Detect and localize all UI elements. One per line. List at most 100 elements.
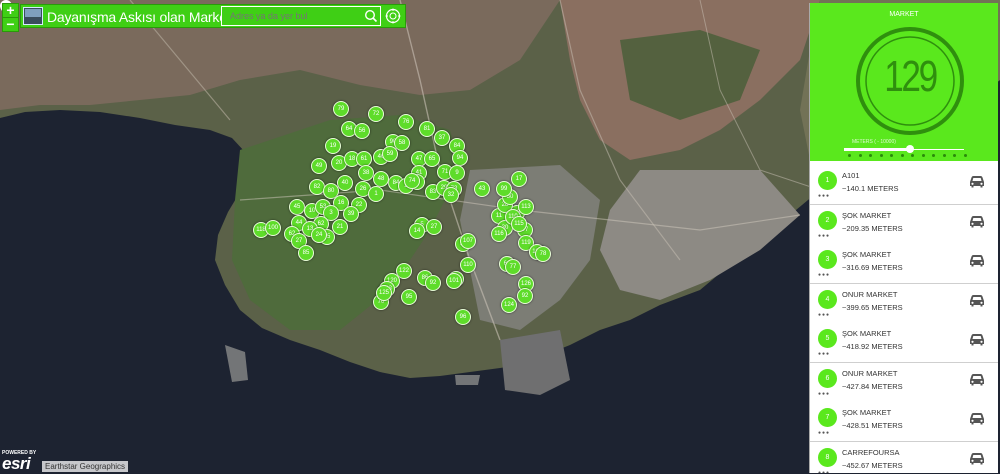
rating-dots: ●●● [818,311,831,318]
rank-badge: 3 [818,250,837,269]
market-marker[interactable]: 72 [368,106,384,122]
market-distance: ~418.92 METERS [842,342,903,351]
app-title: Dayanışma Askısı olan Marketler [47,9,246,25]
market-marker[interactable]: 115 [511,216,527,232]
zoom-control: + − [2,3,19,32]
page-dot[interactable] [963,154,967,157]
market-marker[interactable]: 94 [452,150,468,166]
locate-icon[interactable] [385,8,401,24]
market-marker[interactable]: 74 [404,173,420,189]
market-name: ONUR MARKET [842,289,898,299]
results-panel: MARKET 129 METERS ( - 10000) 1 ●●● A101 ~14… [809,3,998,473]
market-marker[interactable]: 113 [518,199,534,215]
page-dot[interactable] [921,154,925,157]
car-icon[interactable] [968,174,986,188]
rating-dots: ●●● [818,193,831,199]
page-dot[interactable] [911,154,914,157]
market-marker[interactable]: 101 [446,273,462,289]
market-marker[interactable]: 17 [511,171,527,187]
market-list-item[interactable]: 7 ●●● ŞOK MARKET ~428.51 METERS [810,402,998,442]
market-marker[interactable]: 48 [373,171,389,187]
market-distance: ~209.35 METERS [842,223,903,233]
market-name: ŞOK MARKET [842,210,892,220]
market-marker[interactable]: 39 [343,206,359,222]
rating-dots: ●●● [818,232,831,239]
rating-dots: ●●● [818,272,831,278]
market-marker[interactable]: 76 [398,114,414,130]
distance-slider[interactable] [844,144,964,153]
market-marker[interactable]: 95 [401,289,417,305]
car-icon[interactable] [968,214,986,228]
market-name: ŞOK MARKET [842,408,892,417]
market-list-item[interactable]: 1 ●●● A101 ~140.1 METERS [810,165,998,205]
market-marker[interactable]: 110 [460,257,476,273]
market-marker[interactable]: 45 [289,199,305,215]
car-icon[interactable] [968,332,986,346]
car-icon[interactable] [968,253,986,267]
car-icon[interactable] [968,451,986,465]
search-input[interactable] [221,6,381,26]
market-marker[interactable]: 24 [311,227,327,243]
slider-handle[interactable] [906,145,914,153]
page-dot[interactable] [900,154,904,157]
market-marker[interactable]: 9 [449,165,465,181]
rating-dots: ●●● [818,469,831,474]
zoom-out-button[interactable]: − [3,17,18,31]
page-dot[interactable] [869,154,872,157]
market-name: ŞOK MARKET [842,329,892,338]
market-marker[interactable]: 92 [517,288,533,304]
market-list-item[interactable]: 8 ●●● CARREFOURSA ~452.67 METERS [810,441,998,474]
market-name: ŞOK MARKET [842,250,892,259]
market-marker[interactable]: 92 [425,275,441,291]
market-marker[interactable]: 77 [505,259,521,275]
page-dot[interactable] [953,154,956,157]
market-distance: ~428.51 METERS [842,421,903,430]
market-marker[interactable]: 81 [419,121,435,137]
page-dots[interactable] [848,154,968,160]
market-marker[interactable]: 38 [358,165,374,181]
market-list-item[interactable]: 6 ●●● ONUR MARKET ~427.84 METERS [810,362,998,403]
market-marker[interactable]: 79 [333,101,349,117]
market-marker[interactable]: 85 [298,245,314,261]
market-marker[interactable]: 1 [368,186,384,202]
market-marker[interactable]: 21 [332,219,348,235]
market-marker[interactable]: 49 [311,158,327,174]
page-dot[interactable] [932,154,935,157]
page-dot[interactable] [942,154,946,157]
rank-badge: 1 [818,171,837,190]
market-marker[interactable]: 56 [354,123,370,139]
rank-badge: 4 [818,289,837,309]
market-marker[interactable]: 14 [409,223,425,239]
market-marker[interactable]: 27 [426,219,442,235]
market-marker[interactable]: 100 [265,220,281,236]
page-dot[interactable] [848,154,851,157]
market-marker[interactable]: 125 [376,285,392,301]
market-list-item[interactable]: 3 ●●● ŞOK MARKET ~316.69 METERS [810,244,998,284]
car-icon[interactable] [968,372,986,386]
market-marker[interactable]: 40 [337,175,353,191]
market-marker[interactable]: 99 [496,181,512,197]
market-list-item[interactable]: 5 ●●● ŞOK MARKET ~418.92 METERS [810,323,998,363]
title-bar: Dayanışma Askısı olan Marketler [20,4,406,28]
market-list-item[interactable]: 2 ●●● ŞOK MARKET ~209.35 METERS [810,204,998,245]
market-marker[interactable]: 124 [501,297,517,313]
market-marker[interactable]: 37 [434,130,450,146]
page-dot[interactable] [858,154,862,157]
market-marker[interactable]: 32 [443,187,459,203]
esri-logo[interactable]: esri [2,454,31,474]
market-marker[interactable]: 78 [535,246,551,262]
market-marker[interactable]: 19 [325,138,341,154]
market-marker[interactable]: 107 [460,233,476,249]
market-marker[interactable]: 96 [455,309,471,325]
page-dot[interactable] [879,154,883,157]
market-marker[interactable]: 116 [491,226,507,242]
page-dot[interactable] [890,154,893,157]
car-icon[interactable] [968,411,986,425]
market-list-item[interactable]: 4 ●●● ONUR MARKET ~399.65 METERS [810,283,998,324]
market-distance: ~399.65 METERS [842,302,903,312]
search-icon[interactable] [361,6,381,26]
market-marker[interactable]: 59 [382,146,398,162]
market-marker[interactable]: 65 [424,151,440,167]
car-icon[interactable] [968,293,986,307]
market-marker[interactable]: 43 [474,181,490,197]
